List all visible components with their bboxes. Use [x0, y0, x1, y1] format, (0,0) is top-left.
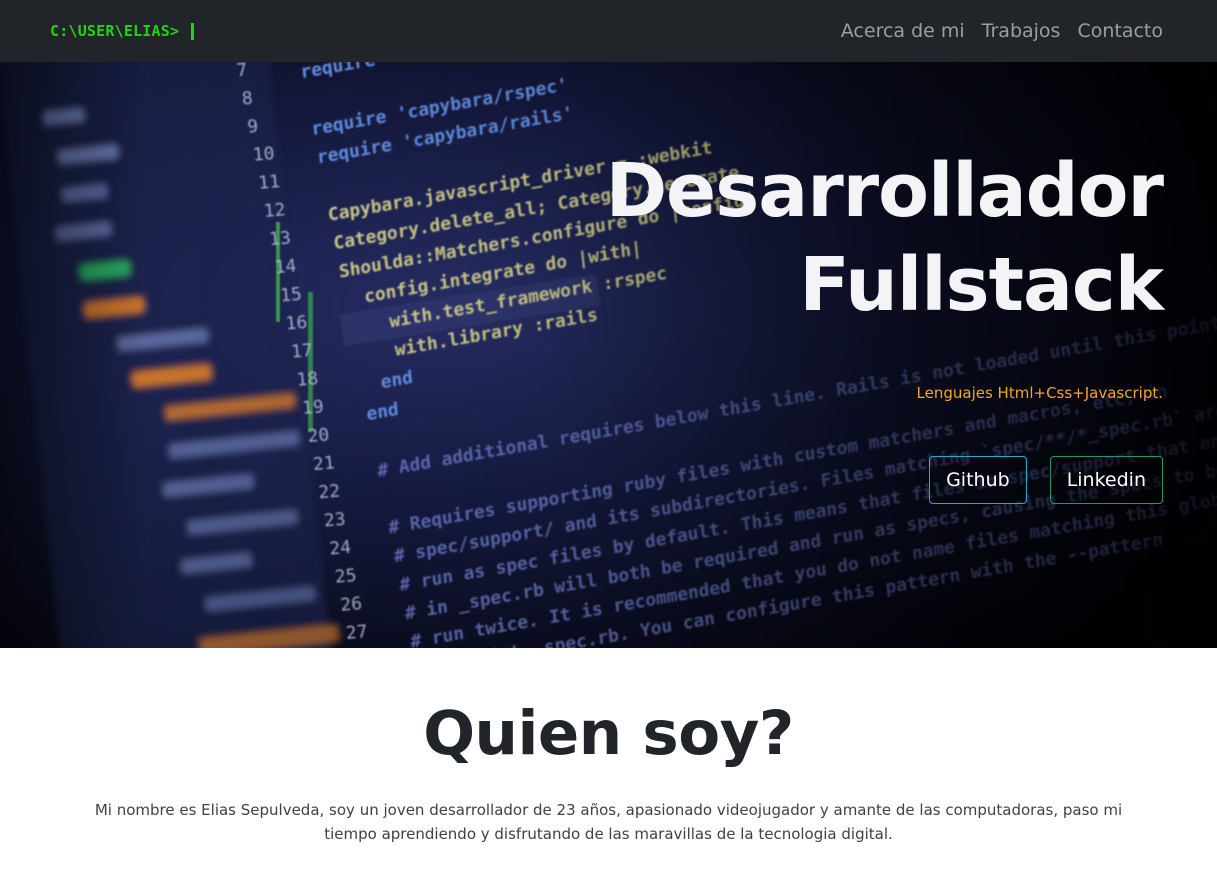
github-button[interactable]: Github: [929, 456, 1027, 504]
about-section: Quien soy? Mi nombre es Elias Sepulveda,…: [0, 648, 1217, 876]
nav-links: Acerca de mi Trabajos Contacto: [841, 20, 1163, 42]
brand-text: C:\USER\ELIAS>: [50, 22, 180, 40]
about-title: Quien soy?: [423, 698, 794, 769]
about-text: Mi nombre es Elias Sepulveda, soy un jov…: [94, 801, 1123, 843]
hero-title-line-2: Fullstack: [799, 242, 1164, 328]
terminal-cursor-icon: [191, 22, 195, 40]
navbar: C:\USER\ELIAS> Acerca de mi Trabajos Con…: [0, 0, 1217, 62]
hero-subtitle: Lenguajes Html+Css+Javascript.: [916, 384, 1163, 402]
hero-title: Desarrollador Fullstack: [543, 144, 1164, 332]
hero-title-line-1: Desarrollador: [605, 148, 1164, 234]
hero-buttons: Github Linkedin: [929, 456, 1163, 504]
nav-link-contacto[interactable]: Contacto: [1077, 20, 1163, 42]
nav-link-trabajos[interactable]: Trabajos: [982, 20, 1061, 42]
hero-section: 789101112131415161718192021222324252627 …: [0, 62, 1217, 648]
brand-logo[interactable]: C:\USER\ELIAS>: [50, 22, 195, 40]
nav-link-acerca[interactable]: Acerca de mi: [841, 20, 965, 42]
linkedin-button[interactable]: Linkedin: [1049, 456, 1163, 504]
